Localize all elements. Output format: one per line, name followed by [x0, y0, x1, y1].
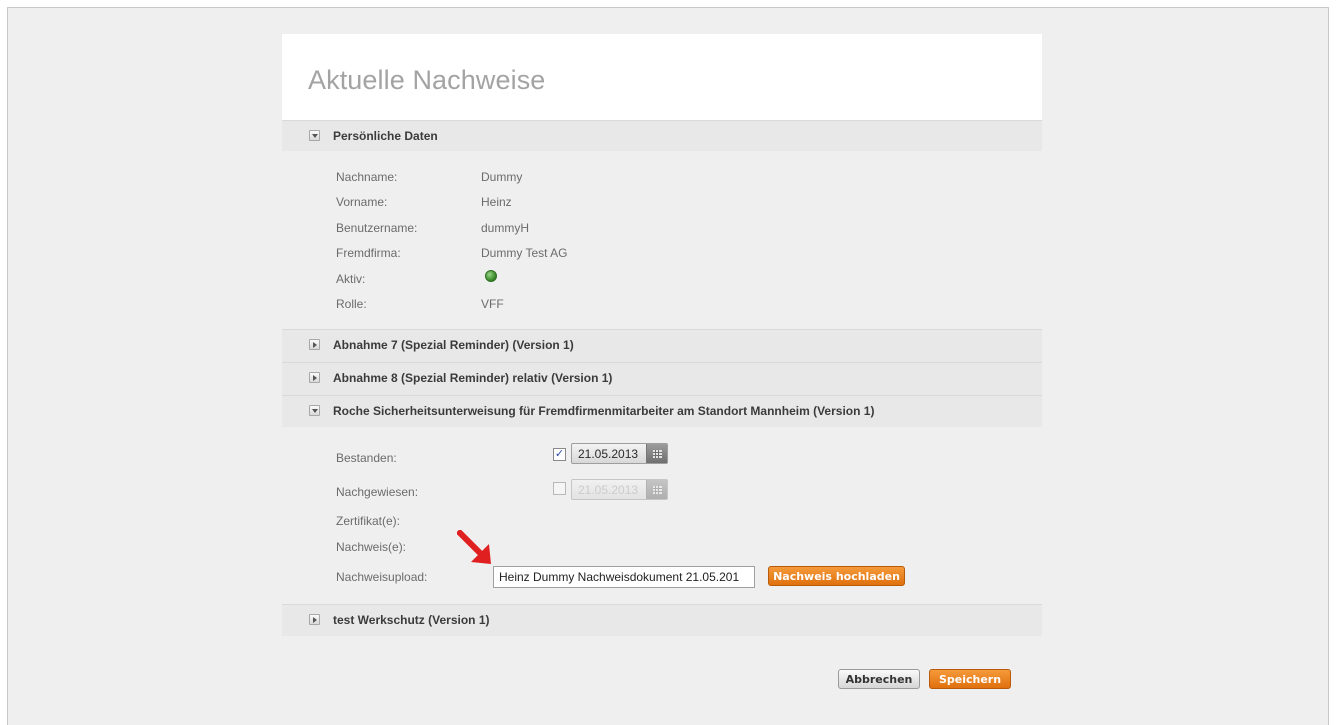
section-header-abnahme8[interactable]: Abnahme 8 (Spezial Reminder) relativ (Ve… [282, 362, 1042, 395]
field-label: Aktiv: [336, 272, 366, 286]
nachgewiesen-row: Nachgewiesen: 21.05.2013 [336, 479, 1016, 505]
upload-file-input[interactable]: Heinz Dummy Nachweisdokument 21.05.201 [493, 566, 755, 588]
field-value: Dummy Test AG [481, 246, 568, 260]
field-value: VFF [481, 297, 504, 311]
page-title: Aktuelle Nachweise [308, 65, 546, 95]
calendar-icon[interactable] [646, 480, 667, 499]
nachweis-label: Nachweis(e): [336, 540, 407, 554]
section-header-werkschutz[interactable]: test Werkschutz (Version 1) [282, 604, 1042, 636]
active-status-icon [485, 270, 497, 282]
section-label: Roche Sicherheitsunterweisung für Fremdf… [333, 404, 875, 418]
calendar-icon[interactable] [646, 444, 667, 463]
nachweis-row: Nachweis(e): [336, 540, 1016, 560]
nachgewiesen-date-picker[interactable]: 21.05.2013 [571, 479, 668, 500]
upload-button[interactable]: Nachweis hochladen [768, 566, 905, 586]
field-row-aktiv: Aktiv: [336, 270, 1016, 292]
expand-icon[interactable] [309, 614, 320, 625]
collapse-icon[interactable] [309, 405, 320, 416]
field-label: Rolle: [336, 297, 367, 311]
section-header-abnahme7[interactable]: Abnahme 7 (Spezial Reminder) (Version 1) [282, 329, 1042, 362]
section-label: Abnahme 8 (Spezial Reminder) relativ (Ve… [333, 371, 613, 385]
field-value: Dummy [481, 170, 523, 184]
field-row-vorname: Vorname: Heinz [336, 195, 1016, 215]
field-label: Nachname: [336, 170, 398, 184]
cancel-button[interactable]: Abbrechen [838, 669, 920, 689]
red-arrow-icon [457, 530, 491, 564]
field-label: Fremdfirma: [336, 246, 401, 260]
section-header-roche[interactable]: Roche Sicherheitsunterweisung für Fremdf… [282, 395, 1042, 427]
section-label: test Werkschutz (Version 1) [333, 613, 490, 627]
field-row-nachname: Nachname: Dummy [336, 170, 1016, 190]
field-row-rolle: Rolle: VFF [336, 297, 1016, 317]
bestanden-date-picker[interactable]: 21.05.2013 [571, 443, 668, 464]
expand-icon[interactable] [309, 339, 320, 350]
field-row-fremdfirma: Fremdfirma: Dummy Test AG [336, 246, 1016, 266]
section-label: Abnahme 7 (Spezial Reminder) (Version 1) [333, 338, 574, 352]
bestanden-label: Bestanden: [336, 451, 397, 465]
section-header-personal[interactable]: Persönliche Daten [282, 120, 1042, 151]
title-box: Aktuelle Nachweise [282, 34, 1042, 120]
bestanden-row: Bestanden: ✓ 21.05.2013 [336, 443, 1016, 471]
field-label: Vorname: [336, 195, 388, 209]
bestanden-date-value: 21.05.2013 [578, 447, 639, 461]
save-button[interactable]: Speichern [929, 669, 1011, 689]
section-body-personal: Nachname: Dummy Vorname: Heinz Benutzern… [282, 151, 1042, 329]
upload-label: Nachweisupload: [336, 570, 428, 584]
nachgewiesen-checkbox[interactable] [553, 482, 566, 495]
zertifikat-row: Zertifikat(e): [336, 514, 1016, 534]
field-value: dummyH [481, 221, 530, 235]
collapse-icon[interactable] [309, 130, 320, 141]
nachgewiesen-date-value: 21.05.2013 [578, 483, 639, 497]
field-label: Benutzername: [336, 221, 418, 235]
expand-icon[interactable] [309, 372, 320, 383]
section-label: Persönliche Daten [333, 129, 438, 143]
nachgewiesen-label: Nachgewiesen: [336, 485, 419, 499]
zertifikat-label: Zertifikat(e): [336, 514, 401, 528]
bestanden-checkbox[interactable]: ✓ [553, 448, 566, 461]
field-row-benutzername: Benutzername: dummyH [336, 221, 1016, 241]
field-value: Heinz [481, 195, 512, 209]
